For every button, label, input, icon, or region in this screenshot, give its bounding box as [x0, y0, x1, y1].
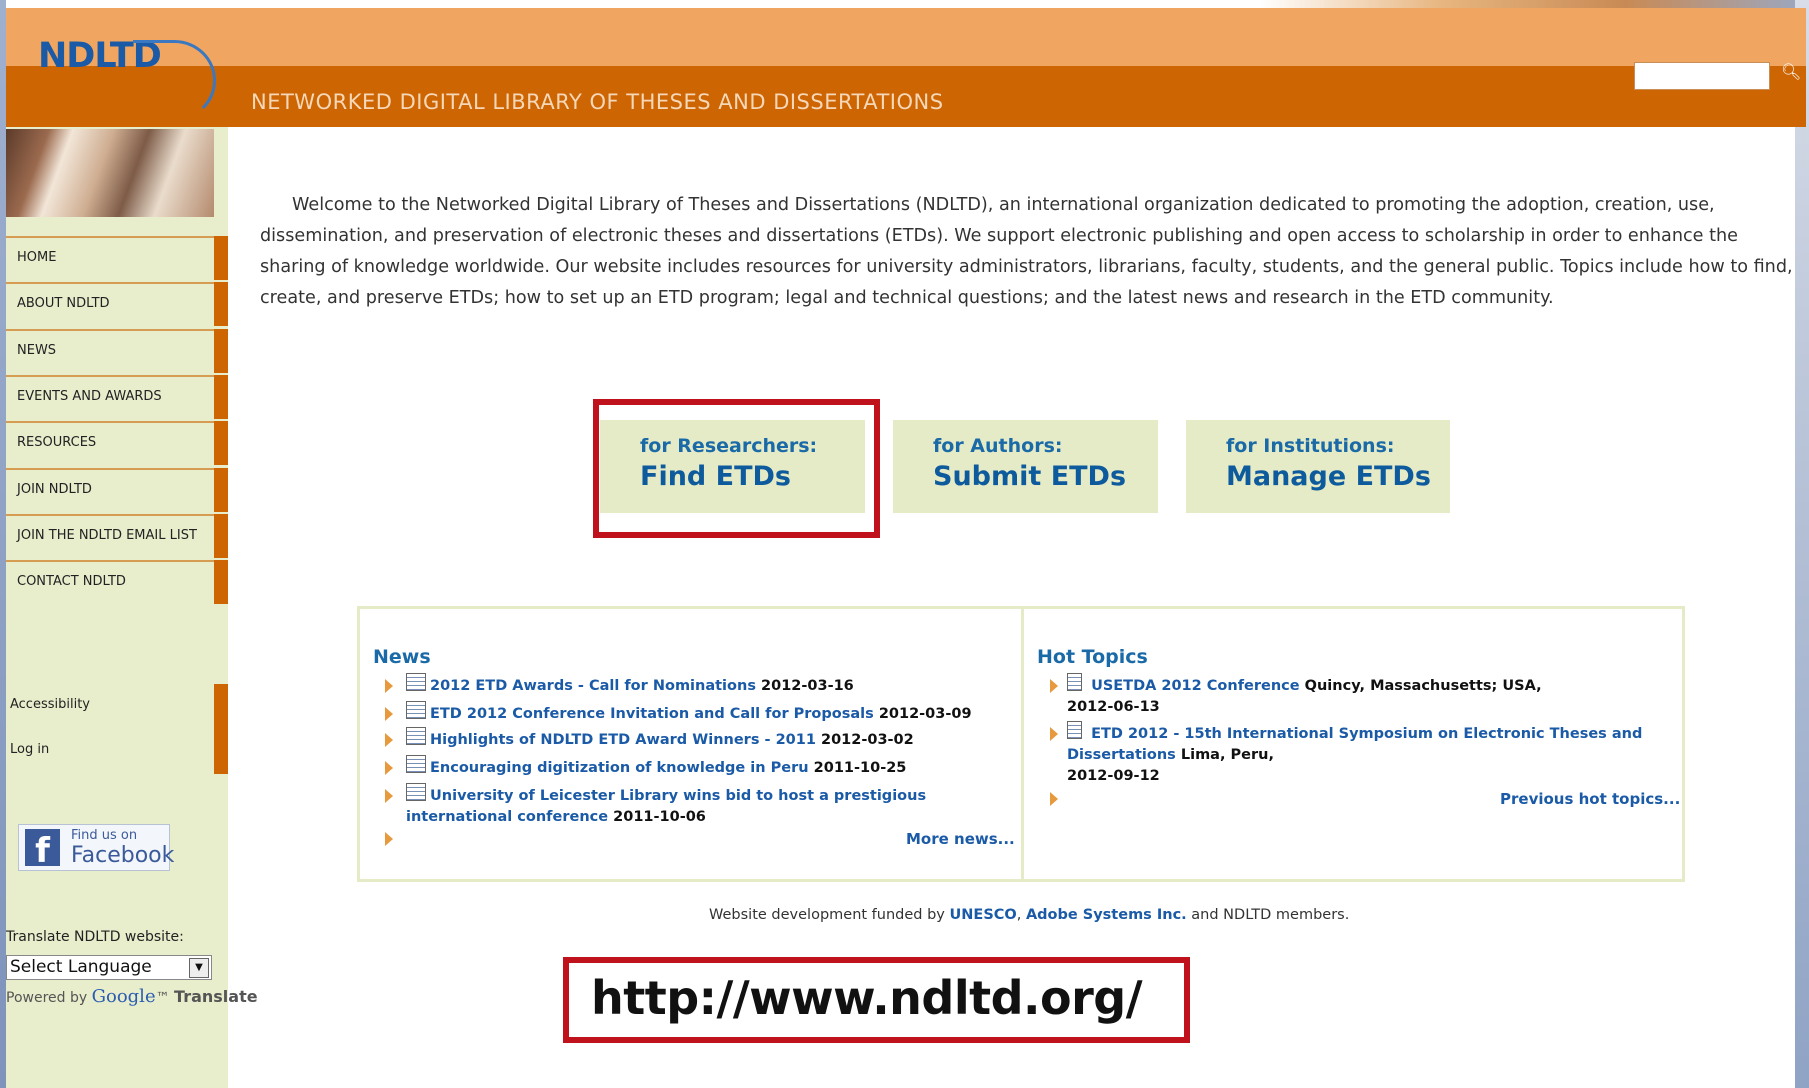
news-date: 2012-03-16 [761, 678, 854, 694]
arrow-icon [385, 761, 393, 775]
news-item: Highlights of NDLTD ETD Award Winners - … [406, 727, 914, 751]
adobe-link[interactable]: Adobe Systems Inc. [1026, 907, 1187, 923]
more-news-link[interactable]: More news... [906, 830, 1015, 848]
translate-label: Translate NDLTD website: [6, 929, 184, 945]
role-subtitle: for Authors: [933, 435, 1063, 457]
news-item: 2012 ETD Awards - Call for Nominations 2… [406, 673, 854, 697]
funding-prefix: Website development funded by [709, 907, 945, 923]
news-panel: News 2012 ETD Awards - Call for Nominati… [357, 606, 1685, 882]
nav-home[interactable]: HOME [6, 236, 228, 280]
news-link-continued[interactable]: international conference [406, 809, 608, 825]
news-item: ETD 2012 Conference Invitation and Call … [406, 701, 972, 725]
translate-link[interactable]: Translate [174, 987, 258, 1006]
arrow-icon [385, 832, 393, 846]
search-input[interactable] [1634, 62, 1770, 90]
panel-divider [1021, 609, 1024, 879]
arrow-icon [385, 707, 393, 721]
news-link[interactable]: University of Leicester Library wins bid… [430, 788, 926, 804]
news-date: 2011-10-25 [813, 760, 907, 776]
news-item: University of Leicester Library wins bid… [406, 783, 946, 828]
unesco-link[interactable]: UNESCO [950, 907, 1017, 923]
news-link[interactable]: 2012 ETD Awards - Call for Nominations [430, 678, 756, 694]
facebook-name: Facebook [71, 843, 175, 868]
document-icon [406, 783, 426, 801]
hot-topic-location: Quincy, Massachusetts; USA, [1304, 678, 1542, 694]
news-date: 2012-03-02 [820, 732, 914, 748]
site-header: NDLTD NETWORKED DIGITAL LIBRARY OF THESE… [6, 8, 1806, 127]
nav-about[interactable]: ABOUT NDLTD [6, 282, 228, 326]
manage-etds-link[interactable]: Manage ETDs [1226, 461, 1450, 492]
url-caption: http://www.ndltd.org/ [563, 957, 1190, 1043]
login-link[interactable]: Log in [6, 729, 228, 774]
funding-separator: , [1016, 907, 1022, 923]
hot-topics-title: Hot Topics [1037, 646, 1148, 668]
nav-news[interactable]: NEWS [6, 329, 228, 373]
hot-topic-item: USETDA 2012 Conference Quincy, Massachus… [1067, 673, 1627, 718]
funding-note: Website development funded by UNESCO, Ad… [709, 907, 1349, 923]
chevron-down-icon[interactable]: ▼ [189, 958, 209, 978]
powered-by: Powered by Google™ Translate [6, 986, 258, 1007]
language-select[interactable]: Select Language ▼ [6, 955, 212, 980]
nav-join[interactable]: JOIN NDLTD [6, 468, 228, 512]
document-icon [406, 727, 426, 745]
arrow-icon [385, 679, 393, 693]
document-icon [406, 673, 426, 691]
hot-topic-location: Lima, Peru, [1180, 747, 1274, 763]
welcome-text: Welcome to the Networked Digital Library… [260, 195, 1793, 308]
document-icon [406, 755, 426, 773]
hot-topic-link-continued[interactable]: Dissertations [1067, 747, 1176, 763]
news-title: News [373, 646, 431, 668]
logo-arc [133, 40, 216, 121]
institutions-box[interactable]: for Institutions: Manage ETDs [1186, 420, 1450, 513]
news-date: 2011-10-06 [613, 809, 706, 825]
role-subtitle: for Institutions: [1226, 435, 1395, 457]
hot-topic-link[interactable]: ETD 2012 - 15th International Symposium … [1091, 726, 1642, 742]
arrow-icon [385, 789, 393, 803]
nav-contact[interactable]: CONTACT NDLTD [6, 560, 228, 604]
arrow-icon [385, 733, 393, 747]
nav-resources[interactable]: RESOURCES [6, 421, 228, 465]
news-link[interactable]: Highlights of NDLTD ETD Award Winners - … [430, 732, 816, 748]
sidebar: HOME ABOUT NDLTD NEWS EVENTS AND AWARDS … [6, 127, 258, 1088]
facebook-badge[interactable]: f Find us on Facebook [18, 824, 174, 871]
nav-email-list[interactable]: JOIN THE NDLTD EMAIL LIST [6, 514, 228, 558]
document-icon [406, 701, 426, 719]
arrow-icon [1050, 679, 1058, 693]
highlight-annotation [593, 399, 880, 538]
previous-hot-topics-link[interactable]: Previous hot topics... [1500, 790, 1680, 808]
hot-topic-date: 2012-06-13 [1067, 699, 1160, 715]
site-name: NETWORKED DIGITAL LIBRARY OF THESES AND … [251, 90, 944, 114]
funding-suffix: and NDLTD members. [1191, 907, 1350, 923]
language-select-value: Select Language [10, 957, 152, 977]
facebook-find-text: Find us on [71, 828, 138, 843]
accessibility-link[interactable]: Accessibility [6, 684, 228, 729]
sidebar-photo [6, 129, 214, 217]
nav-events-awards[interactable]: EVENTS AND AWARDS [6, 375, 228, 419]
slide-decoration-right [1795, 0, 1809, 1088]
facebook-icon: f [25, 829, 60, 871]
submit-etds-link[interactable]: Submit ETDs [933, 461, 1158, 492]
ndltd-logo[interactable]: NDLTD [38, 36, 216, 121]
hot-topic-date: 2012-09-12 [1067, 768, 1160, 784]
news-link[interactable]: Encouraging digitization of knowledge in… [430, 760, 809, 776]
calendar-icon [1067, 673, 1082, 691]
search-icon[interactable]: 🔍︎ [1781, 62, 1801, 81]
arrow-icon [1050, 792, 1058, 806]
google-logo: Google [91, 986, 156, 1007]
calendar-icon [1067, 721, 1082, 739]
hot-topic-item: ETD 2012 - 15th International Symposium … [1067, 721, 1667, 787]
news-item: Encouraging digitization of knowledge in… [406, 755, 906, 779]
hot-topic-link[interactable]: USETDA 2012 Conference [1091, 678, 1300, 694]
news-link[interactable]: ETD 2012 Conference Invitation and Call … [430, 706, 874, 722]
news-date: 2012-03-09 [878, 706, 972, 722]
slide-decoration [1260, 0, 1809, 8]
arrow-icon [1050, 727, 1058, 741]
powered-by-text: Powered by [6, 990, 88, 1006]
authors-box[interactable]: for Authors: Submit ETDs [893, 420, 1158, 513]
